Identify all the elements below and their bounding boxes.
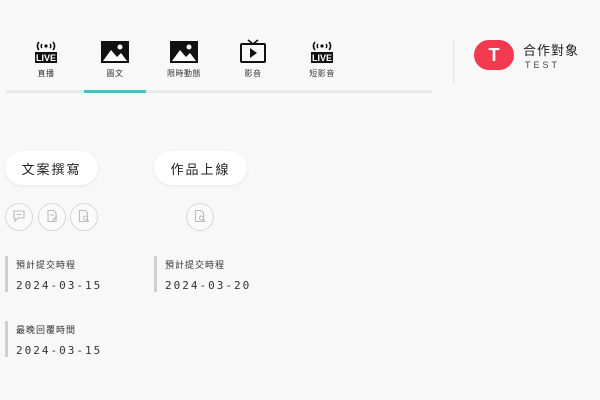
search-document-icon xyxy=(77,208,91,227)
tab-label: 限時動態 xyxy=(167,69,201,78)
field-latest-reply: 最晚回覆時間 2024-03-15 xyxy=(5,321,102,357)
search-document-icon xyxy=(193,208,207,227)
comment-icon xyxy=(12,208,26,227)
svg-text:LIVE: LIVE xyxy=(312,53,332,63)
header-divider xyxy=(453,40,454,84)
review-document-button[interactable] xyxy=(186,203,214,231)
tab-image-text[interactable]: 圖文 xyxy=(84,38,146,90)
tab-live[interactable]: LIVE 直播 xyxy=(15,38,77,90)
live-broadcast-icon: LIVE xyxy=(33,38,59,64)
field-expected-submission: 預計提交時程 2024-03-15 xyxy=(5,256,102,292)
field-value: 2024-03-15 xyxy=(16,344,103,357)
tab-label: 短影音 xyxy=(309,69,335,78)
tab-stories[interactable]: 限時動態 xyxy=(153,38,215,90)
tv-icon xyxy=(239,38,267,64)
edit-document-button[interactable] xyxy=(38,203,66,231)
image-icon xyxy=(169,38,199,64)
field-label: 預計提交時程 xyxy=(16,261,77,271)
field-label: 最晚回覆時間 xyxy=(16,326,77,336)
field-value: 2024-03-20 xyxy=(165,279,252,292)
stage-pill-copywriting: 文案撰寫 xyxy=(5,151,98,185)
active-tab-indicator xyxy=(84,90,146,93)
field-expected-submission: 預計提交時程 2024-03-20 xyxy=(154,256,251,292)
partner-heading: 合作對象 xyxy=(523,44,580,59)
edit-document-icon xyxy=(45,208,59,227)
field-label: 預計提交時程 xyxy=(165,261,226,271)
tab-label: 圖文 xyxy=(106,69,124,78)
svg-text:LIVE: LIVE xyxy=(36,53,56,63)
partner-name: TEST xyxy=(525,60,561,70)
stage-pill-publish: 作品上線 xyxy=(154,151,247,185)
partner-avatar: T xyxy=(474,40,514,70)
comment-button[interactable] xyxy=(5,203,33,231)
tab-label: 影音 xyxy=(244,69,262,78)
tab-short-video[interactable]: LIVE 短影音 xyxy=(291,38,353,90)
review-document-button[interactable] xyxy=(70,203,98,231)
content-type-tabs: LIVE 直播 圖文 限時動態 影音 LIVE 短影音 xyxy=(6,38,432,94)
tab-label: 直播 xyxy=(37,69,55,78)
live-broadcast-icon: LIVE xyxy=(309,38,335,64)
tab-video[interactable]: 影音 xyxy=(222,38,284,90)
image-icon xyxy=(100,38,130,64)
tab-track xyxy=(6,90,432,93)
field-value: 2024-03-15 xyxy=(16,279,103,292)
